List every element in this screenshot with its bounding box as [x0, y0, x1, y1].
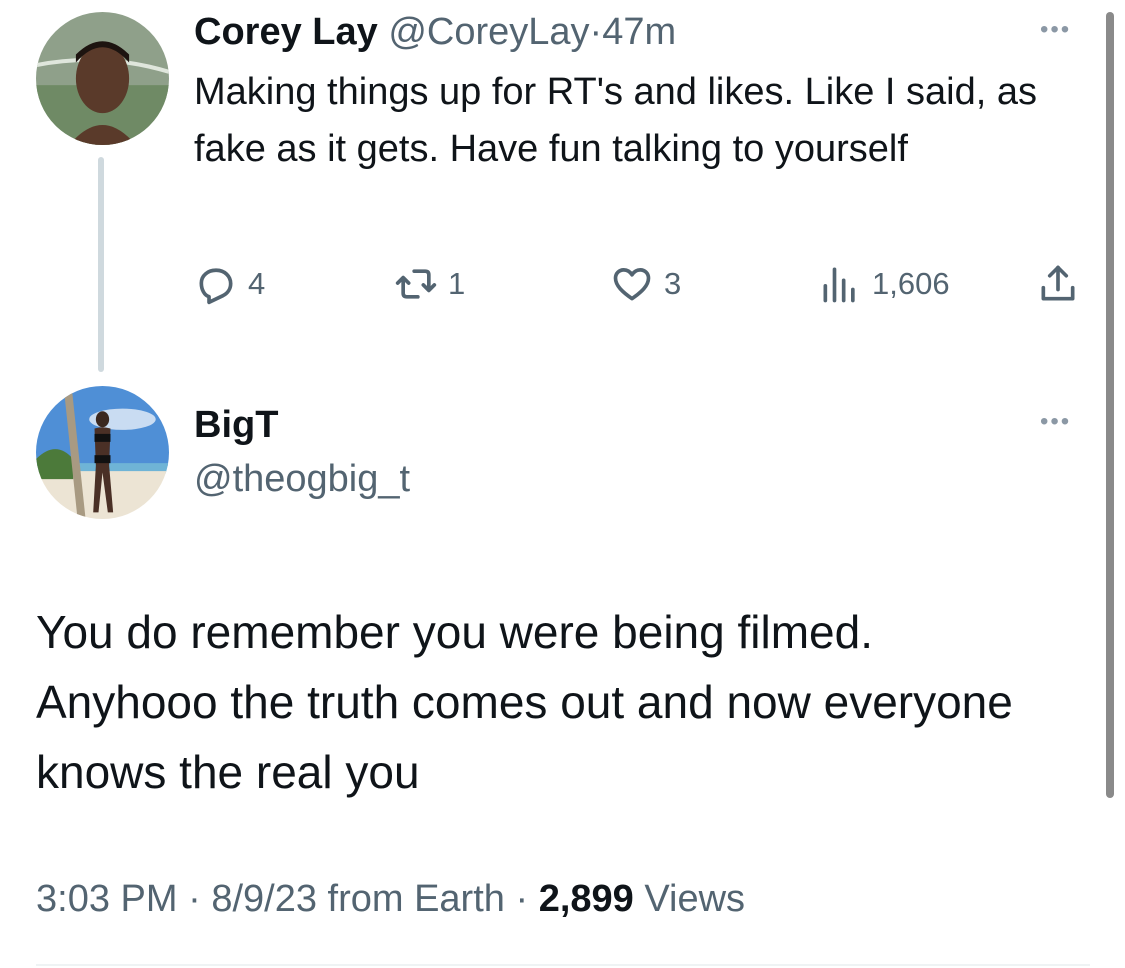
main-tweet-text: You do remember you were being filmed. A…: [36, 606, 1013, 798]
tweet-view-count[interactable]: 2,899: [539, 878, 634, 920]
header-separator: ·: [589, 11, 603, 53]
parent-author-handle[interactable]: @CoreyLay: [388, 11, 589, 53]
meta-separator: ·: [188, 878, 201, 920]
parent-more-button[interactable]: •••: [1040, 16, 1071, 44]
views-icon: [823, 267, 855, 303]
share-icon: [1041, 265, 1075, 301]
tweet-meta: 3:03 PM · 8/9/23 from Earth · 2,899 View…: [36, 878, 745, 921]
thread-line: [98, 157, 104, 372]
heart-icon: [613, 268, 651, 301]
main-more-button[interactable]: •••: [1040, 408, 1071, 436]
parent-tweet-text: Making things up for RT's and likes. Lik…: [194, 71, 1037, 170]
bigt-avatar[interactable]: [36, 386, 169, 519]
corey-avatar[interactable]: [36, 12, 169, 145]
parent-action-bar: 4 1 3 1,606: [194, 262, 1094, 306]
tweet-date-source: 8/9/23 from Earth: [211, 878, 505, 920]
tweet-time[interactable]: 3:03 PM: [36, 878, 178, 920]
person-avatar-icon: [36, 12, 169, 145]
reply-icon: [199, 268, 233, 305]
views-label: Views: [644, 878, 746, 920]
like-button[interactable]: 3: [610, 262, 681, 306]
main-author-handle[interactable]: @theogbig_t: [194, 458, 410, 501]
views-button[interactable]: 1,606: [818, 262, 950, 306]
divider: [36, 964, 1090, 966]
reply-count: 4: [248, 266, 266, 301]
share-button[interactable]: [1036, 262, 1080, 306]
view-count: 1,606: [872, 266, 950, 301]
reply-button[interactable]: 4: [194, 262, 265, 306]
like-count: 3: [664, 266, 682, 301]
beach-photo-avatar-icon: [36, 386, 169, 519]
main-author-name[interactable]: BigT: [194, 404, 278, 447]
parent-author-name[interactable]: Corey Lay: [194, 11, 378, 53]
retweet-button[interactable]: 1: [394, 262, 465, 306]
meta-separator: ·: [515, 878, 529, 920]
scrollbar[interactable]: [1106, 12, 1114, 798]
parent-tweet-header: Corey Lay @CoreyLay·47m: [194, 8, 676, 56]
retweet-count: 1: [448, 266, 466, 301]
parent-tweet-time[interactable]: 47m: [602, 11, 676, 53]
retweet-icon: [395, 269, 437, 299]
